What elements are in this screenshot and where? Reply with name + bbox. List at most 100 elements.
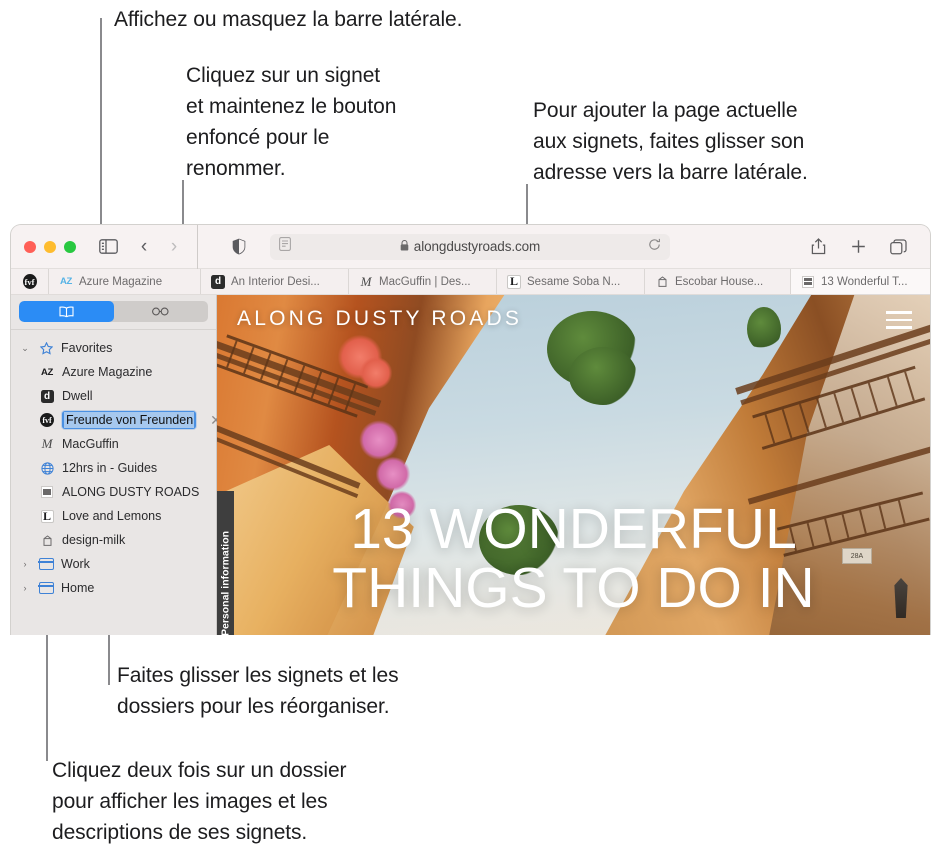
nav-back-button[interactable]: ‹: [129, 234, 159, 260]
bookmark-row-azure-magazine[interactable]: AZ Azure Magazine: [11, 360, 216, 384]
favorites-bar-item[interactable]: d An Interior Desi...: [201, 269, 349, 294]
safari-window: ‹ › alongdustyroads.com fvf AZ Azure Mag…: [10, 224, 931, 635]
chevron-down-icon[interactable]: ⌄: [19, 343, 31, 354]
bookmark-folder-home[interactable]: › Home: [11, 576, 216, 600]
callout-drag-reorder: Faites glisser les signets et les dossie…: [117, 664, 399, 719]
bookmark-row-dwell[interactable]: d Dwell: [11, 384, 216, 408]
bookmark-label: Love and Lemons: [62, 509, 162, 523]
bookmark-label: Azure Magazine: [62, 365, 153, 379]
tab-bookmarks[interactable]: [19, 301, 114, 322]
balcony-plant: [569, 347, 637, 405]
callout-rename-bookmark: Cliquez sur un signet et maintenez le bo…: [186, 64, 397, 181]
chevron-left-icon: ‹: [140, 236, 148, 257]
folder-icon: [38, 582, 54, 594]
toolbar-divider: [197, 225, 198, 269]
chevron-right-icon[interactable]: ›: [19, 559, 31, 569]
grid-badge-icon: [801, 275, 815, 289]
bookmark-row-macguffin[interactable]: M MacGuffin: [11, 432, 216, 456]
callout-show-hide-sidebar: Affichez ou masquez la barre latérale.: [114, 8, 463, 31]
favorites-bar-item-label: Sesame Soba N...: [527, 275, 621, 288]
carton-badge-icon: [39, 534, 55, 547]
bookmark-label: design-milk: [62, 533, 126, 547]
favorites-bar: fvf AZ Azure Magazine d An Interior Desi…: [11, 269, 930, 295]
bookmark-row-12hrs-in-guides[interactable]: 12hrs in - Guides: [11, 456, 216, 480]
nav-forward-button[interactable]: ›: [159, 234, 189, 260]
carton-badge-icon: [655, 275, 669, 289]
l-badge-icon: L: [39, 509, 55, 523]
bookmark-label: MacGuffin: [62, 437, 119, 451]
tab-overview-icon[interactable]: [883, 234, 913, 260]
close-window-button[interactable]: [24, 240, 36, 253]
fvf-badge-icon: fvf: [39, 413, 55, 427]
favorites-bar-item[interactable]: AZ Azure Magazine: [49, 269, 201, 294]
bookmark-folder-work[interactable]: › Work: [11, 552, 216, 576]
reload-icon[interactable]: [648, 238, 661, 256]
bookmark-folder-label: Work: [61, 557, 90, 571]
az-badge-icon: AZ: [40, 366, 54, 378]
address-bar-content: alongdustyroads.com: [270, 238, 670, 256]
bookmark-label: Dwell: [62, 389, 93, 403]
favorites-bar-item-label: 13 Wonderful T...: [821, 275, 908, 288]
privacy-tab[interactable]: Personal information: [217, 491, 234, 635]
favorites-bar-item[interactable]: Escobar House...: [645, 269, 791, 294]
favorites-bar-item[interactable]: M MacGuffin | Des...: [349, 269, 497, 294]
d-badge-icon: d: [211, 274, 225, 289]
az-badge-icon: AZ: [59, 276, 73, 287]
bookmark-rename-input[interactable]: Freunde von Freunden: [62, 411, 197, 429]
privacy-shield-icon[interactable]: [224, 234, 254, 260]
hamburger-menu-icon[interactable]: [886, 311, 912, 334]
sidebar-toggle-icon[interactable]: [93, 234, 123, 260]
webpage-viewport[interactable]: 28A ALONG DUSTY ROADS 13 WONDERFUL THING…: [217, 295, 930, 635]
callout-double-click-folder: Cliquez deux fois sur un dossier pour af…: [52, 759, 347, 845]
folder-icon: [38, 558, 54, 570]
flower-cluster: [359, 420, 399, 460]
hero-headline: 13 WONDERFUL THINGS TO DO IN: [332, 497, 815, 620]
favorites-bar-item-active[interactable]: 13 Wonderful T...: [791, 269, 930, 294]
reader-view-icon[interactable]: [279, 237, 291, 256]
bookmark-row-design-milk[interactable]: design-milk: [11, 528, 216, 552]
m-badge-icon: M: [41, 436, 53, 451]
bookmark-rename-value: Freunde von Freunden: [64, 412, 195, 428]
bookmark-row-freunde-von-freunden[interactable]: fvf Freunde von Freunden ✕: [11, 408, 222, 432]
chevron-right-icon: ›: [170, 236, 178, 257]
address-bar-url: alongdustyroads.com: [413, 239, 541, 254]
sidebar-segmented-control-wrap: [11, 295, 216, 330]
window-traffic-lights: [24, 240, 76, 253]
bookmark-row-along-dusty-roads[interactable]: ALONG DUSTY ROADS: [11, 480, 216, 504]
balcony-plant: [747, 307, 781, 351]
share-icon[interactable]: [803, 234, 833, 260]
minimize-window-button[interactable]: [44, 240, 56, 253]
bookmark-row-love-and-lemons[interactable]: L Love and Lemons: [11, 504, 216, 528]
flower-cluster: [359, 357, 393, 389]
fvf-badge-icon: fvf: [22, 274, 37, 289]
flower-cluster: [375, 457, 411, 491]
leader-line-sidebar: [100, 18, 102, 243]
callout-add-current-page: Pour ajouter la page actuelle aux signet…: [533, 99, 808, 185]
d-badge-icon: d: [39, 389, 55, 403]
grid-badge-icon: [39, 486, 55, 498]
screenshot-root: Affichez ou masquez la barre latérale. C…: [0, 0, 931, 865]
bookmarks-group-label: Favorites: [61, 341, 113, 355]
bookmark-label: 12hrs in - Guides: [62, 461, 158, 475]
bookmarks-list: ⌄ Favorites AZ Azure Magazine d Dwell fv…: [11, 330, 222, 600]
globe-icon: [39, 461, 55, 475]
bookmarks-sidebar: ⌄ Favorites AZ Azure Magazine d Dwell fv…: [11, 295, 222, 635]
new-tab-button[interactable]: [843, 234, 873, 260]
lock-icon: [400, 238, 409, 256]
chevron-right-icon[interactable]: ›: [19, 583, 31, 593]
bookmark-label: ALONG DUSTY ROADS: [62, 485, 200, 499]
star-icon: [38, 341, 54, 355]
site-title[interactable]: ALONG DUSTY ROADS: [237, 307, 522, 331]
sidebar-segmented-control[interactable]: [19, 301, 208, 322]
bookmark-folder-label: Home: [61, 581, 95, 595]
m-badge-icon: M: [360, 273, 372, 289]
favorites-bar-item-label: Escobar House...: [675, 275, 764, 288]
favorites-bar-item[interactable]: fvf: [11, 269, 49, 294]
address-bar[interactable]: alongdustyroads.com: [270, 233, 670, 260]
favorites-bar-item-label: An Interior Desi...: [231, 275, 320, 288]
bookmarks-group-favorites[interactable]: ⌄ Favorites: [11, 336, 216, 360]
favorites-bar-item[interactable]: L Sesame Soba N...: [497, 269, 645, 294]
tab-reading-list[interactable]: [114, 301, 209, 322]
browser-toolbar: ‹ › alongdustyroads.com: [11, 225, 930, 269]
maximize-window-button[interactable]: [64, 240, 76, 253]
